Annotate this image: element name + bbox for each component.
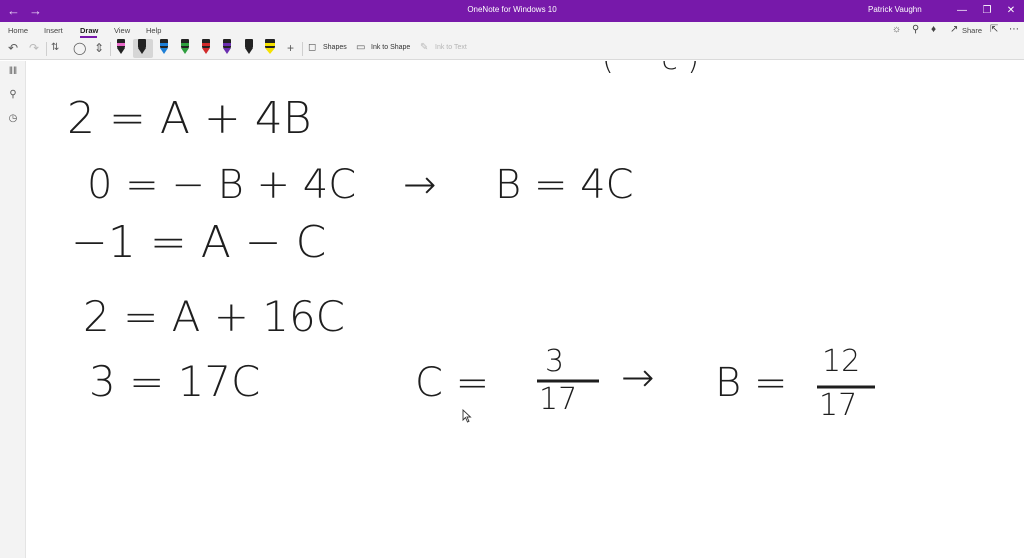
- pen-red[interactable]: [199, 39, 213, 58]
- tab-insert[interactable]: Insert: [44, 26, 63, 35]
- tab-view[interactable]: View: [114, 26, 130, 35]
- ink-to-text-button[interactable]: Ink to Text: [435, 44, 467, 51]
- notebooks-icon[interactable]: ‖‖: [6, 65, 20, 79]
- bell-icon[interactable]: ♦: [931, 24, 936, 35]
- ribbon-divider: [302, 42, 303, 56]
- pen-black-pink[interactable]: [114, 39, 128, 58]
- more-options-icon[interactable]: ⋯: [1009, 24, 1019, 35]
- highlighter-yellow[interactable]: [263, 39, 277, 58]
- tab-home[interactable]: Home: [8, 26, 28, 35]
- minimize-icon[interactable]: —: [954, 3, 970, 19]
- tab-help[interactable]: Help: [146, 26, 161, 35]
- ink-arrow-2: →: [621, 355, 655, 401]
- pen-purple[interactable]: [220, 39, 234, 58]
- lasso-select-icon[interactable]: ◯: [73, 40, 86, 56]
- share-button[interactable]: Share: [962, 26, 982, 35]
- recent-clock-icon[interactable]: ◷: [6, 112, 20, 126]
- tab-draw[interactable]: Draw: [80, 26, 98, 35]
- ink-equation-4: 2 = A + 16C: [83, 292, 345, 341]
- ink-c-denominator: 17: [539, 382, 577, 417]
- shapes-icon[interactable]: ◻: [308, 40, 316, 56]
- navigation-sidebar: ‖‖ ⚲ ◷: [0, 61, 26, 558]
- type-select-icon[interactable]: ⇅: [51, 40, 59, 56]
- search-icon[interactable]: ⚲: [6, 88, 20, 102]
- pen-green[interactable]: [178, 39, 192, 58]
- mouse-cursor-icon: [462, 409, 472, 423]
- pen-blue[interactable]: [157, 39, 171, 58]
- ink-c-numerator: 3: [545, 344, 564, 379]
- ink-equation-2-result: B = 4C: [495, 162, 634, 208]
- close-icon[interactable]: ✕: [1003, 3, 1019, 19]
- ink-partial-line: ( · · c ): [602, 61, 699, 77]
- user-name[interactable]: Patrick Vaughn: [868, 5, 922, 14]
- shapes-button[interactable]: Shapes: [323, 44, 347, 51]
- menu-bar: Home Insert Draw View Help ☼ ⚲ ♦ ↗ Share…: [0, 22, 1024, 38]
- ink-equation-3: −1 = A − C: [71, 217, 326, 268]
- ribbon-divider: [46, 42, 47, 56]
- ribbon-divider: [110, 42, 111, 56]
- ink-to-text-icon[interactable]: ✎: [420, 40, 428, 56]
- draw-ribbon: ↶ ↷ ⇅ ◯ ⇕ + ◻ Shapes ▭ Ink to Shape ✎ In…: [0, 38, 1024, 60]
- ink-to-shape-icon[interactable]: ▭: [356, 40, 365, 56]
- ink-layer: ( · · c ) 2 = A + 4B 0 = − B + 4C → B = …: [67, 61, 875, 423]
- lightbulb-icon[interactable]: ⚲: [912, 24, 919, 35]
- feed-icon[interactable]: ☼: [892, 24, 901, 35]
- add-pen-icon[interactable]: +: [287, 40, 294, 56]
- ink-equation-5: 3 = 17C: [89, 357, 260, 406]
- add-space-icon[interactable]: ⇕: [94, 40, 104, 56]
- ink-c-equals: C =: [415, 360, 489, 406]
- ink-arrow-1: →: [403, 162, 437, 208]
- ink-b-equals: B =: [715, 360, 787, 406]
- title-bar: ← → OneNote for Windows 10 Patrick Vaugh…: [0, 0, 1024, 22]
- ink-b-numerator: 12: [822, 344, 860, 379]
- note-canvas[interactable]: ( · · c ) 2 = A + 4B 0 = − B + 4C → B = …: [27, 61, 1024, 558]
- pen-black-selected[interactable]: [133, 39, 153, 58]
- share-icon[interactable]: ↗: [950, 24, 958, 35]
- ink-equation-1: 2 = A + 4B: [67, 93, 312, 144]
- redo-icon[interactable]: ↷: [29, 40, 39, 56]
- undo-icon[interactable]: ↶: [8, 40, 18, 56]
- ink-to-shape-button[interactable]: Ink to Shape: [371, 44, 410, 51]
- ink-b-denominator: 17: [819, 388, 857, 423]
- expand-icon[interactable]: ⇱: [990, 24, 998, 35]
- pen-black[interactable]: [242, 39, 256, 58]
- ink-equation-2: 0 = − B + 4C: [87, 162, 356, 208]
- restore-icon[interactable]: ❐: [979, 3, 995, 19]
